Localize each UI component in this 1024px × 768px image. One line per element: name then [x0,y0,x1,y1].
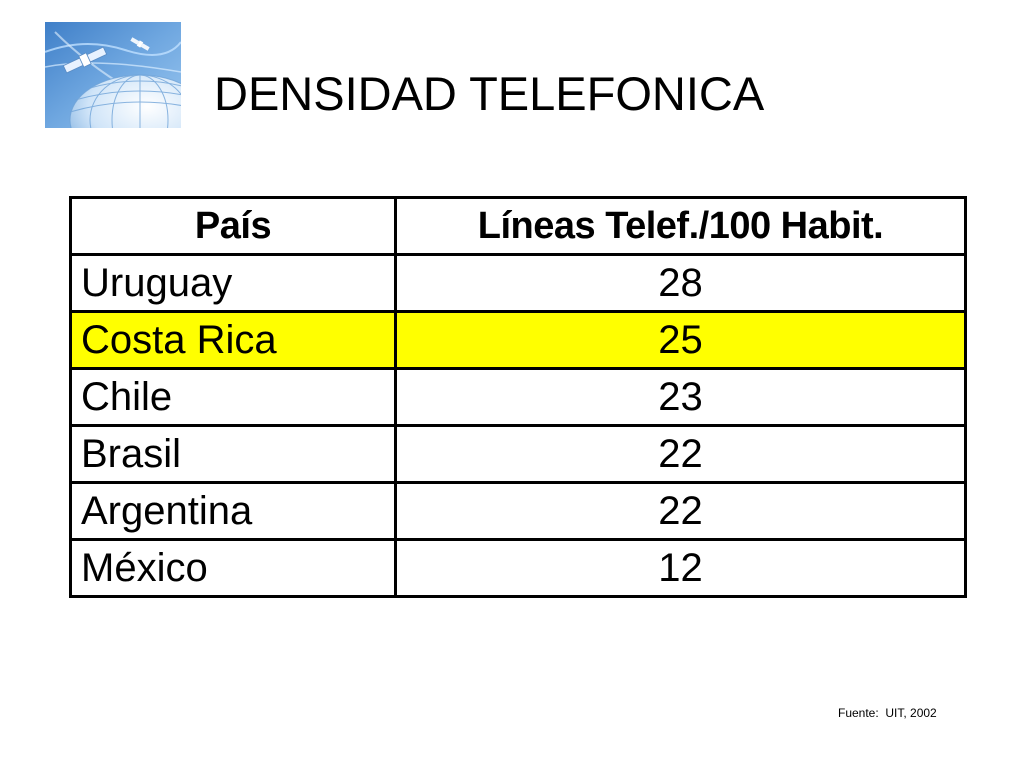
table-row-highlighted: Costa Rica 25 [69,310,967,370]
value-cell: 22 [394,481,967,541]
country-cell: Costa Rica [69,310,397,370]
table-row: Uruguay 28 [69,253,967,313]
value-cell: 28 [394,253,967,313]
table-row: México 12 [69,538,967,598]
value-cell: 22 [394,424,967,484]
globe-satellite-icon [45,22,181,128]
density-table: País Líneas Telef./100 Habit. Uruguay 28… [69,196,967,598]
country-cell: Chile [69,367,397,427]
table-row: Chile 23 [69,367,967,427]
source-note: Fuente: UIT, 2002 [838,706,937,720]
slide: DENSIDAD TELEFONICA País Líneas Telef./1… [0,0,1024,768]
table-header-row: País Líneas Telef./100 Habit. [69,196,967,256]
page-title: DENSIDAD TELEFONICA [214,67,765,120]
country-cell: México [69,538,397,598]
table-row: Brasil 22 [69,424,967,484]
table-row: Argentina 22 [69,481,967,541]
value-cell: 12 [394,538,967,598]
column-header-country: País [69,196,397,256]
country-cell: Uruguay [69,253,397,313]
country-cell: Argentina [69,481,397,541]
value-cell: 25 [394,310,967,370]
value-cell: 23 [394,367,967,427]
column-header-lines: Líneas Telef./100 Habit. [394,196,967,256]
country-cell: Brasil [69,424,397,484]
